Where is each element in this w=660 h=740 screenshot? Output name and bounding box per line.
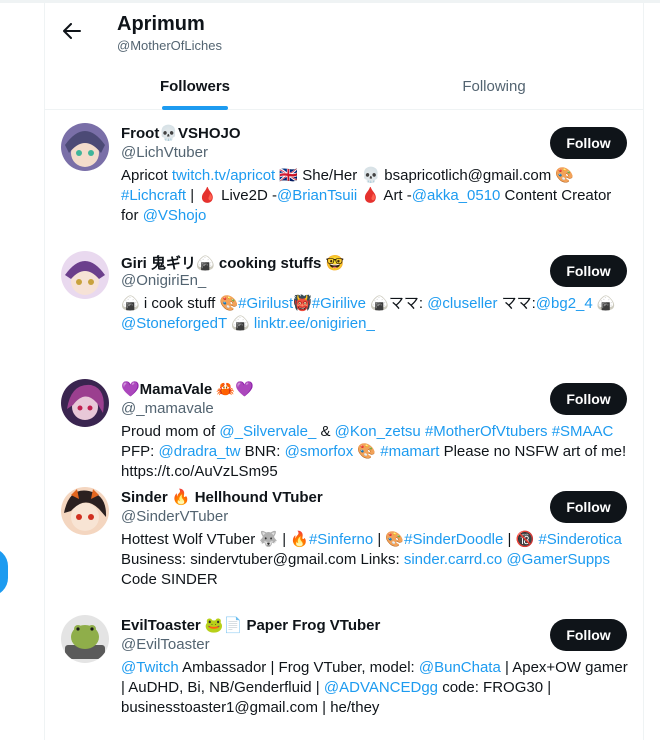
user-bio: Proud mom of @_Silvervale_ & @Kon_zetsu … [121, 422, 629, 482]
tab-followers[interactable]: Followers [45, 62, 345, 110]
user-row[interactable]: Froot💀VSHOJO @LichVtuber Follow Apricot … [45, 111, 643, 239]
page-title: Aprimum [117, 13, 205, 35]
arrow-left-icon [63, 23, 81, 39]
user-row[interactable]: Sinder 🔥 Hellhound VTuber @SinderVTuber … [45, 475, 643, 603]
follow-button[interactable]: Follow [550, 491, 627, 523]
user-bio: Hottest Wolf VTuber 🐺 | 🔥#Sinferno | 🎨#S… [121, 530, 629, 590]
bio-text: 🍙ママ: [366, 295, 428, 312]
page-header: Aprimum @MotherOfLiches Followers Follow… [45, 0, 643, 110]
user-name[interactable]: Sinder 🔥 Hellhound VTuber [121, 488, 323, 506]
avatar[interactable] [61, 123, 109, 171]
bio-link[interactable]: @VShojo [143, 207, 207, 224]
bio-text: 🩸 Art - [357, 187, 412, 204]
user-handle[interactable]: @LichVtuber [121, 144, 208, 161]
user-row[interactable]: 💜MamaVale 🦀💜 @_mamavale Follow Proud mom… [45, 367, 643, 480]
user-bio: 🍙 i cook stuff 🎨#Girilust👹#Girilive 🍙ママ:… [121, 294, 629, 334]
bio-text: 🍙 i cook stuff 🎨 [121, 295, 239, 312]
user-row[interactable]: Giri 鬼ギリ🍙 cooking stuffs 🤓 @OnigiriEn_ F… [45, 239, 643, 367]
bio-link[interactable]: @akka_0510 [412, 187, 501, 204]
follow-button[interactable]: Follow [550, 127, 627, 159]
user-bio: @Twitch Ambassador | Frog VTuber, model:… [121, 658, 629, 718]
bio-text: | 🩸 Live2D - [186, 187, 277, 204]
compose-button[interactable] [0, 548, 8, 596]
bio-link[interactable]: @_Silvervale_ [219, 423, 316, 440]
user-handle[interactable]: @EvilToaster [121, 636, 210, 653]
bio-link[interactable]: @StoneforgedT [121, 315, 227, 332]
bio-text: ママ: [497, 295, 536, 312]
active-tab-indicator [162, 106, 228, 110]
bio-link[interactable]: #SMAAC [552, 423, 614, 440]
user-name[interactable]: EvilToaster 🐸📄 Paper Frog VTuber [121, 616, 380, 634]
bio-text: 🎨 [353, 443, 381, 460]
user-row[interactable]: EvilToaster 🐸📄 Paper Frog VTuber @EvilTo… [45, 603, 643, 731]
avatar[interactable] [61, 251, 109, 299]
bio-link[interactable]: #MotherOfVtubers [425, 423, 548, 440]
bio-text: 👹 [293, 295, 312, 312]
user-list: Froot💀VSHOJO @LichVtuber Follow Apricot … [45, 111, 643, 731]
bio-link[interactable]: sinder.carrd.co [404, 551, 502, 568]
column-border-right [643, 0, 644, 740]
bio-text: Apricot [121, 167, 172, 184]
user-name[interactable]: Giri 鬼ギリ🍙 cooking stuffs 🤓 [121, 252, 344, 273]
bio-text: & [316, 423, 335, 440]
user-handle[interactable]: @_mamavale [121, 400, 214, 417]
bio-text: Ambassador | Frog VTuber, model: [178, 659, 419, 676]
bio-text: 🍙 [226, 315, 254, 332]
tab-following[interactable]: Following [345, 62, 643, 110]
avatar[interactable] [61, 615, 109, 663]
bio-link[interactable]: #SinderDoodle [404, 531, 503, 548]
bio-link[interactable]: @Kon_zetsu [335, 423, 421, 440]
follow-button[interactable]: Follow [550, 383, 627, 415]
bio-text: Business: sindervtuber@gmail.com Links: [121, 551, 404, 568]
bio-link[interactable]: @smorfox [285, 443, 354, 460]
bio-link[interactable]: linktr.ee/onigirien_ [254, 315, 375, 332]
user-name[interactable]: Froot💀VSHOJO [121, 124, 241, 142]
bio-link[interactable]: #Sinderotica [538, 531, 621, 548]
bio-text: BNR: [240, 443, 285, 460]
bio-link[interactable]: #Girilust [238, 295, 293, 312]
bio-text: PFP: [121, 443, 159, 460]
avatar[interactable] [61, 379, 109, 427]
bio-link[interactable]: @dradra_tw [159, 443, 241, 460]
bio-link[interactable]: #mamart [380, 443, 439, 460]
user-bio: Apricot twitch.tv/apricot 🇬🇧 She/Her 💀 b… [121, 166, 629, 226]
back-button[interactable] [59, 18, 85, 44]
bio-link[interactable]: @Twitch [121, 659, 179, 676]
bio-text: 🇬🇧 She/Her 💀 bsapricotlich@gmail.com 🎨 [275, 167, 575, 184]
bio-link[interactable]: @BunChata [419, 659, 501, 676]
bio-text: Proud mom of [121, 423, 220, 440]
bio-link[interactable]: @bg2_4 [536, 295, 593, 312]
bio-link[interactable]: twitch.tv/apricot [172, 167, 275, 184]
avatar[interactable] [61, 487, 109, 535]
bio-link[interactable]: @cluseller [427, 295, 497, 312]
bio-link[interactable]: #Lichcraft [121, 187, 186, 204]
bio-text: Code SINDER [121, 571, 218, 588]
follow-button[interactable]: Follow [550, 619, 627, 651]
bio-link[interactable]: #Girilive [312, 295, 366, 312]
bio-text: Hottest Wolf VTuber 🐺 | 🔥 [121, 531, 309, 548]
bio-link[interactable]: #Sinferno [309, 531, 373, 548]
user-handle[interactable]: @SinderVTuber [121, 508, 228, 525]
bio-text: 🍙 [592, 295, 616, 312]
bio-link[interactable]: @BrianTsuii [277, 187, 357, 204]
bio-text: | 🎨 [373, 531, 405, 548]
follow-button[interactable]: Follow [550, 255, 627, 287]
user-name[interactable]: 💜MamaVale 🦀💜 [121, 380, 254, 398]
tab-following-label: Following [462, 77, 526, 95]
bio-link[interactable]: @ADVANCEDgg [324, 679, 438, 696]
bio-text: | 🔞 [503, 531, 539, 548]
user-handle[interactable]: @OnigiriEn_ [121, 272, 206, 289]
tab-followers-label: Followers [159, 77, 230, 95]
bio-link[interactable]: @GamerSupps [506, 551, 610, 568]
profile-handle: @MotherOfLiches [117, 38, 222, 53]
